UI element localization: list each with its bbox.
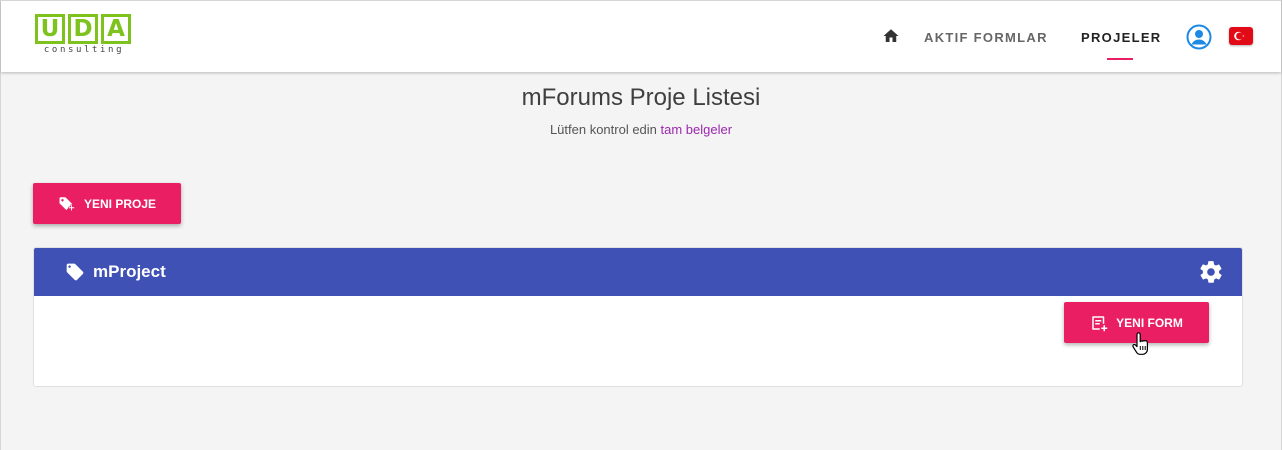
tag-icon (66, 263, 84, 281)
form-add-icon (1092, 315, 1108, 331)
logo-letter-a: A (101, 14, 131, 44)
tag-plus-icon (59, 196, 75, 211)
new-project-button[interactable]: YENI PROJE (33, 183, 181, 224)
active-nav-indicator (1107, 58, 1133, 60)
turkey-flag-icon[interactable] (1229, 27, 1253, 45)
top-navbar: U D A consulting AKTIF FORMLAR PROJELER (1, 0, 1281, 72)
logo-letter-d: D (68, 14, 98, 44)
uda-consulting-logo[interactable]: U D A consulting (35, 14, 135, 62)
logo-letter-u: U (35, 14, 65, 44)
nav-projeler[interactable]: PROJELER (1081, 30, 1161, 45)
page-subtitle-text: Lütfen kontrol edin (549, 122, 661, 137)
page-subtitle: Lütfen kontrol edin tam belgeler (1, 122, 1281, 137)
new-project-label: YENI PROJE (83, 196, 157, 211)
nav-aktif-formlar[interactable]: AKTIF FORMLAR (924, 30, 1048, 45)
new-form-label: YENI FORM (1116, 315, 1183, 330)
page-title: mForums Proje Listesi (521, 84, 761, 111)
gear-icon[interactable] (1198, 259, 1224, 285)
logo-subtitle: consulting (43, 45, 125, 55)
home-icon[interactable] (882, 27, 900, 45)
user-circle-icon[interactable] (1186, 24, 1212, 50)
project-card-header[interactable]: mProject (34, 248, 1242, 296)
project-name: mProject (93, 262, 166, 281)
project-card: mProject (33, 247, 1243, 387)
hand-cursor-icon (1132, 332, 1148, 355)
documentation-link[interactable]: tam belgeler (661, 122, 733, 137)
